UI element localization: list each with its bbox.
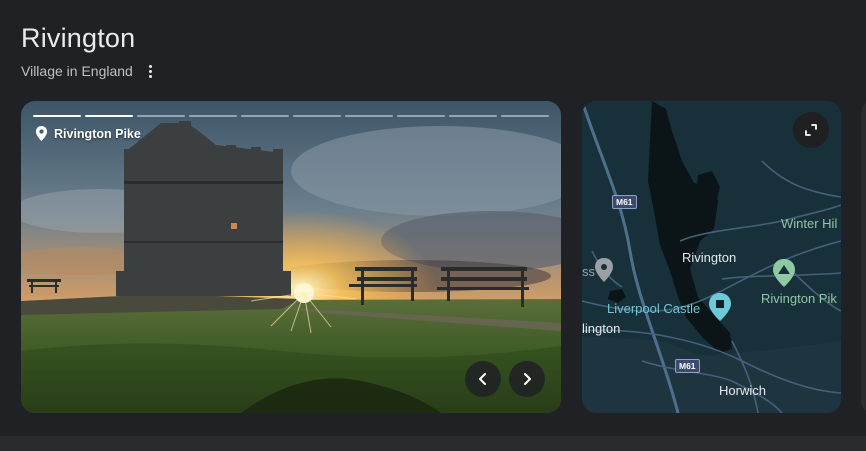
progress-segment [345,115,393,117]
progress-segment [293,115,341,117]
expand-map-button[interactable] [793,112,829,148]
slide-progress [33,115,549,117]
road-badge-m61: M61 [675,359,700,373]
location-pin-icon [35,126,48,141]
map-label-fragment: ss [582,264,595,279]
bottom-divider [0,436,866,451]
map-label-adlington[interactable]: lington [582,321,620,336]
subtitle-row: Village in England [21,63,159,79]
expand-icon [805,124,817,136]
map-label-rivington-pike[interactable]: Rivington Pik [761,291,837,306]
map-label-liverpool-castle[interactable]: Liverpool Castle [607,301,700,316]
progress-segment [397,115,445,117]
map-label-horwich[interactable]: Horwich [719,383,766,398]
photo-location-label: Rivington Pike [54,126,141,141]
progress-segment [501,115,549,117]
more-vertical-icon[interactable] [143,63,159,79]
progress-segment [33,115,81,117]
chevron-left-icon [479,373,486,385]
photo-location-tag[interactable]: Rivington Pike [35,126,141,141]
progress-segment [137,115,185,117]
progress-segment [241,115,289,117]
progress-segment [449,115,497,117]
chevron-right-icon [524,373,531,385]
next-card-peek[interactable] [861,101,866,413]
progress-segment [85,115,133,117]
subtitle: Village in England [21,63,133,79]
previous-photo-button[interactable] [465,361,501,397]
map-card[interactable]: M61 M61 Winter Hil Rivington Rivington P… [582,101,841,413]
map-label-winter-hill[interactable]: Winter Hil [781,216,837,231]
page-title: Rivington [21,23,136,53]
progress-segment [189,115,237,117]
photo-carousel[interactable]: Rivington Pike [21,101,561,413]
next-photo-button[interactable] [509,361,545,397]
map-label-rivington[interactable]: Rivington [682,250,736,265]
road-badge-m61: M61 [612,195,637,209]
